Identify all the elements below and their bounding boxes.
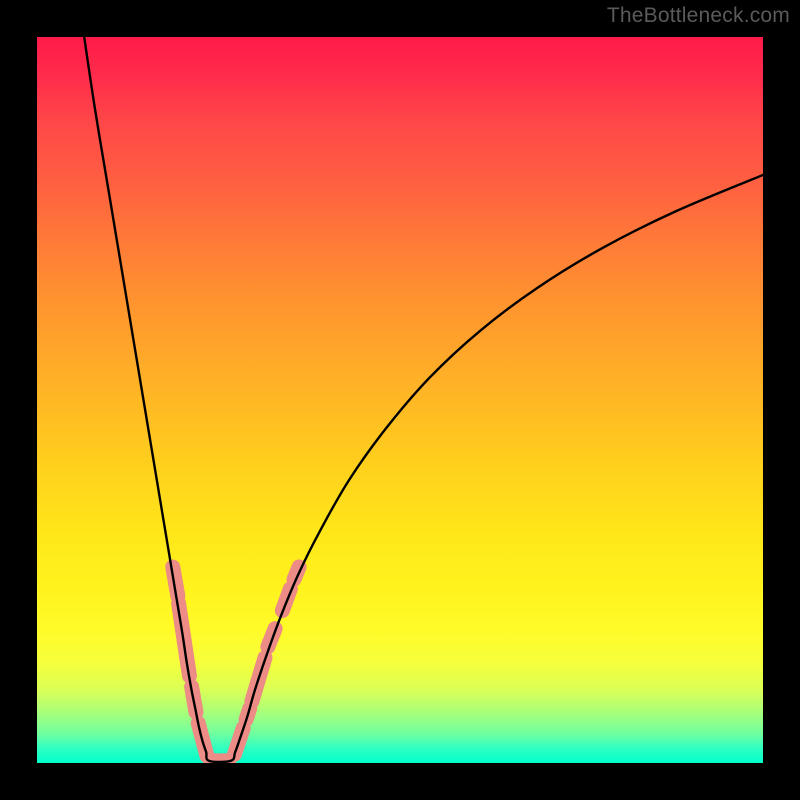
chart-canvas: TheBottleneck.com xyxy=(0,0,800,800)
curve-layer xyxy=(37,37,763,763)
bottleneck-curve xyxy=(84,37,763,762)
watermark-text: TheBottleneck.com xyxy=(607,4,790,28)
plot-area xyxy=(37,37,763,763)
pill-markers xyxy=(173,567,299,761)
